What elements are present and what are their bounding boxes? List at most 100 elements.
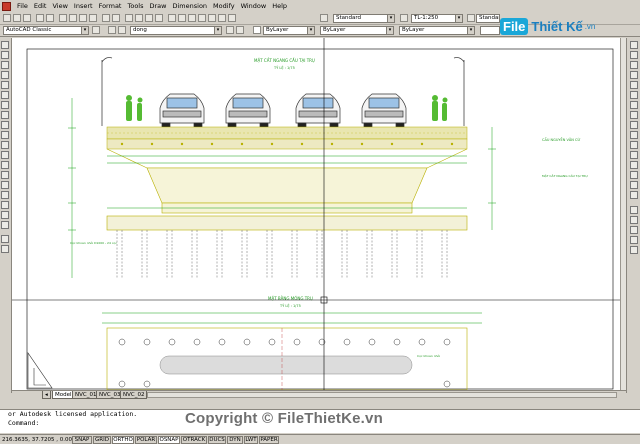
menu-draw[interactable]: Draw <box>147 2 170 10</box>
menu-dimension[interactable]: Dimension <box>169 2 210 10</box>
dyn-toggle[interactable]: DYN <box>227 436 243 444</box>
make-current-icon[interactable] <box>236 26 244 34</box>
polyline-icon[interactable] <box>1 61 9 69</box>
new-icon[interactable] <box>3 14 11 22</box>
ellipse-icon[interactable] <box>1 131 9 139</box>
drawing-canvas[interactable]: MẶT CẮT NGANG CẦU TẠI TRỤ TỶ LỆ : 1/75 C… <box>12 38 626 390</box>
menu-insert[interactable]: Insert <box>71 2 96 10</box>
preview-icon[interactable] <box>46 14 54 22</box>
explode-icon[interactable] <box>630 191 638 199</box>
menu-format[interactable]: Format <box>96 2 125 10</box>
layer-previous-icon[interactable] <box>226 26 234 34</box>
layer-select[interactable]: dong ▾ <box>130 26 222 35</box>
horizontal-scrollbar[interactable] <box>147 392 617 398</box>
lightbulb-icon[interactable] <box>118 26 126 34</box>
extend-icon[interactable] <box>630 141 638 149</box>
trim-icon[interactable] <box>630 131 638 139</box>
copy-object-icon[interactable] <box>630 51 638 59</box>
circle-icon[interactable] <box>1 101 9 109</box>
chamfer-icon[interactable] <box>630 171 638 179</box>
snap-midpoint-icon[interactable] <box>630 216 638 224</box>
save-icon[interactable] <box>23 14 31 22</box>
tab-nav-first-icon[interactable]: ◂ <box>42 391 51 399</box>
gradient-icon[interactable] <box>1 191 9 199</box>
linetype-select[interactable]: ByLayer ▾ <box>320 26 394 35</box>
properties-icon[interactable] <box>168 14 176 22</box>
multiline-text-icon[interactable] <box>1 221 9 229</box>
app-icon[interactable] <box>2 1 11 11</box>
rotate-object-icon[interactable] <box>630 101 638 109</box>
copy-icon[interactable] <box>69 14 77 22</box>
menu-tools[interactable]: Tools <box>124 2 146 10</box>
cut-icon[interactable] <box>59 14 67 22</box>
grid-toggle[interactable]: GRID <box>93 436 111 444</box>
stretch-icon[interactable] <box>630 121 638 129</box>
zoom-realtime-icon[interactable] <box>135 14 143 22</box>
menu-file[interactable]: File <box>14 2 31 10</box>
rectangle-icon[interactable] <box>1 81 9 89</box>
snap-endpoint-icon[interactable] <box>630 206 638 214</box>
table-style-select[interactable]: Standard <box>476 14 500 23</box>
markup-icon[interactable] <box>208 14 216 22</box>
polar-toggle[interactable]: POLAR <box>135 436 157 444</box>
construction-line-icon[interactable] <box>1 51 9 59</box>
paste-icon[interactable] <box>79 14 87 22</box>
text-style-select[interactable]: Standard ▾ <box>333 14 395 23</box>
arc-icon[interactable] <box>1 91 9 99</box>
offset-icon[interactable] <box>630 71 638 79</box>
undo-icon[interactable] <box>102 14 110 22</box>
snap-toggle[interactable]: SNAP <box>72 436 92 444</box>
move-object-icon[interactable] <box>630 91 638 99</box>
calculator-icon[interactable] <box>218 14 226 22</box>
make-block-icon[interactable] <box>1 161 9 169</box>
layer-manager-icon[interactable] <box>108 26 116 34</box>
zoom-previous-icon[interactable] <box>155 14 163 22</box>
match-properties-icon[interactable] <box>89 14 97 22</box>
menu-window[interactable]: Window <box>238 2 270 10</box>
ellipse-arc-icon[interactable] <box>1 141 9 149</box>
pan-icon[interactable] <box>125 14 133 22</box>
break-icon[interactable] <box>630 151 638 159</box>
help-icon[interactable] <box>228 14 236 22</box>
move-icon[interactable] <box>1 235 9 243</box>
workspace-settings-icon[interactable] <box>92 26 100 34</box>
point-icon[interactable] <box>1 171 9 179</box>
array-icon[interactable] <box>630 81 638 89</box>
print-icon[interactable] <box>36 14 44 22</box>
lwt-toggle[interactable]: LWT <box>244 436 258 444</box>
dim-style-select[interactable]: TL-1:250 ▾ <box>411 14 463 23</box>
scale-icon[interactable] <box>630 111 638 119</box>
fillet-icon[interactable] <box>630 181 638 189</box>
mirror-icon[interactable] <box>630 61 638 69</box>
polygon-icon[interactable] <box>1 71 9 79</box>
osnap-toggle[interactable]: OSNAP <box>158 436 180 444</box>
lineweight-select[interactable]: ByLayer ▾ <box>399 26 475 35</box>
design-center-icon[interactable] <box>178 14 186 22</box>
rotate-icon[interactable] <box>1 245 9 253</box>
menu-edit[interactable]: Edit <box>31 2 50 10</box>
region-icon[interactable] <box>1 201 9 209</box>
open-icon[interactable] <box>13 14 21 22</box>
tab-nvc-02[interactable]: NVC_02 <box>120 391 148 399</box>
menu-view[interactable]: View <box>49 2 70 10</box>
join-icon[interactable] <box>630 161 638 169</box>
ortho-toggle[interactable]: ORTHO <box>112 436 134 444</box>
otrack-toggle[interactable]: OTRACK <box>181 436 207 444</box>
table-icon[interactable] <box>1 211 9 219</box>
plot-style-select[interactable] <box>480 26 500 35</box>
erase-icon[interactable] <box>630 41 638 49</box>
menu-modify[interactable]: Modify <box>210 2 238 10</box>
sheet-set-icon[interactable] <box>198 14 206 22</box>
insert-block-icon[interactable] <box>1 151 9 159</box>
zoom-window-icon[interactable] <box>145 14 153 22</box>
snap-perpendicular-icon[interactable] <box>630 246 638 254</box>
paper-toggle[interactable]: PAPER <box>259 436 279 444</box>
hatch-icon[interactable] <box>1 181 9 189</box>
spline-icon[interactable] <box>1 121 9 129</box>
workspace-select[interactable]: AutoCAD Classic ▾ <box>3 26 89 35</box>
tool-palettes-icon[interactable] <box>188 14 196 22</box>
revision-cloud-icon[interactable] <box>1 111 9 119</box>
line-icon[interactable] <box>1 41 9 49</box>
redo-icon[interactable] <box>112 14 120 22</box>
menu-help[interactable]: Help <box>269 2 290 10</box>
